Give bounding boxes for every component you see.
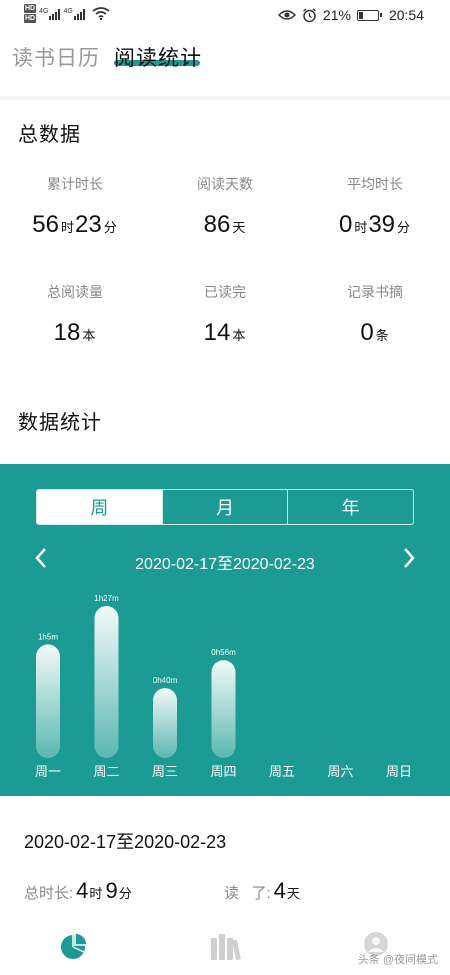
battery-percent: 21% (322, 7, 351, 23)
stat-label: 累计时长 (47, 176, 103, 192)
stat-label: 记录书摘 (347, 284, 403, 300)
stat-unit: 条 (375, 328, 389, 343)
summary-read-count: 4 (273, 878, 286, 903)
hd-badge: HD (24, 14, 37, 23)
date-range-label: 2020-02-17至2020-02-23 (135, 556, 315, 573)
status-bar-left: HD HD 4G 4G (24, 4, 110, 23)
x-tick-label: 周日 (386, 764, 412, 779)
x-tick-label: 周二 (93, 764, 119, 779)
stat-value: 0 时39 分 (300, 211, 450, 239)
hd-badges: HD HD (24, 4, 37, 23)
summary-read-label: 读 了: (224, 885, 271, 902)
watermark: 头条 @夜间模式 (357, 954, 438, 966)
bar-value-label: 1h5m (38, 632, 58, 641)
stat-unit: 时 (60, 220, 74, 235)
totals-card: 总数据 累计时长 56 时23 分阅读天数 86 天平均时长 0 时39 分总阅读量 18 本已读完… (0, 100, 450, 386)
stat-number: 39 (368, 211, 396, 238)
stat-value: 56 时23 分 (0, 211, 150, 239)
period-tab-year[interactable]: 年 (287, 490, 413, 524)
pie-chart-icon[interactable] (58, 930, 90, 962)
eye-icon (277, 10, 296, 20)
wifi-icon (92, 7, 110, 20)
x-tick-label: 周三 (152, 764, 178, 779)
stat-unit: 本 (82, 328, 96, 343)
totals-title: 总数据 (18, 124, 81, 146)
tab-reading-calendar[interactable]: 读书日历 (12, 42, 100, 72)
signal-icon: 4G (39, 8, 61, 20)
x-tick-label: 周一 (35, 764, 61, 779)
chart-bar (153, 688, 177, 758)
top-tabs: 读书日历 阅读统计 (0, 32, 450, 96)
stat-item: 平均时长 0 时39 分 (300, 174, 450, 239)
stat-item: 累计时长 56 时23 分 (0, 174, 150, 239)
stat-value: 18 本 (0, 319, 150, 347)
stat-value: 14 本 (150, 319, 300, 347)
summary-total-label: 总时长: (24, 885, 74, 902)
period-tab-week[interactable]: 周 (37, 490, 162, 524)
signal-icon: 4G (63, 8, 85, 20)
chart-bar (211, 660, 236, 758)
summary-minutes-unit: 分 (118, 886, 132, 901)
summary-total-hours: 4 (76, 878, 89, 903)
signal-bars (73, 8, 85, 20)
stat-item: 记录书摘 0 条 (300, 282, 450, 347)
data-stats-header: 数据统计 (0, 386, 450, 464)
books-icon[interactable] (208, 930, 242, 962)
period-tab-month[interactable]: 月 (161, 490, 288, 524)
data-stats-title: 数据统计 (18, 412, 102, 434)
stat-number: 14 (203, 319, 231, 346)
stat-label: 已读完 (204, 284, 246, 300)
summary-read-days: 读 了: 4天 (224, 878, 300, 904)
hd-badge: HD (24, 4, 37, 13)
tab-reading-statistics[interactable]: 阅读统计 (114, 42, 202, 72)
stat-number: 56 (32, 211, 59, 238)
stat-item: 总阅读量 18 本 (0, 282, 150, 347)
stat-item: 已读完 14 本 (150, 282, 300, 347)
stat-unit: 本 (232, 328, 246, 343)
signal-bars (49, 8, 61, 20)
period-selector: 周 月 年 (36, 489, 414, 525)
stat-unit: 分 (103, 220, 117, 235)
status-bar: HD HD 4G 4G 21% 20:54 (0, 0, 450, 32)
summary-hours-unit: 时 (89, 886, 103, 901)
x-tick-label: 周四 (210, 764, 236, 779)
stat-unit: 时 (354, 220, 368, 235)
summary-date-range: 2020-02-17至2020-02-23 (24, 832, 227, 852)
stat-unit: 天 (232, 220, 246, 235)
stat-value: 0条 (300, 319, 450, 347)
chart-bar (94, 606, 119, 758)
stat-number: 86 (203, 211, 231, 238)
x-tick-label: 周六 (327, 764, 353, 779)
alarm-icon (302, 7, 316, 22)
battery-icon (356, 9, 382, 21)
stat-number: 0 (338, 211, 353, 238)
stat-number: 23 (75, 211, 102, 238)
weekly-summary: 2020-02-17至2020-02-23 总时长: 4时 9分 读 了: 4天 (0, 796, 450, 926)
clock-time: 20:54 (388, 7, 424, 23)
chart-bar (36, 644, 60, 758)
status-bar-right: 21% 20:54 (277, 7, 424, 23)
bar-value-label: 1h27m (94, 594, 119, 603)
stat-value: 86 天 (150, 211, 300, 239)
chart-panel: 周 月 年 2020-02-17至2020-02-23 1h5m 周一 1h27m 周… (0, 464, 450, 796)
summary-total-time: 总时长: 4时 9分 (24, 878, 132, 904)
bar-value-label: 0h56m (211, 648, 236, 657)
stat-label: 平均时长 (347, 176, 403, 192)
network-type-label: 4G (63, 8, 73, 15)
stat-label: 总阅读量 (47, 284, 103, 300)
network-type-label: 4G (39, 8, 49, 15)
stat-number: 18 (53, 319, 81, 346)
stat-unit: 分 (397, 220, 411, 235)
stat-item: 阅读天数 86 天 (150, 174, 300, 239)
bottom-nav: 头条 @夜间模式 (0, 926, 450, 975)
bar-value-label: 0h40m (153, 676, 178, 685)
stat-label: 阅读天数 (197, 176, 253, 192)
stat-number: 0 (360, 319, 374, 346)
summary-read-unit: 天 (286, 886, 300, 901)
weekly-reading-chart: 1h5m 周一 1h27m 周二 0h40m 周三 0h56m 周四 周五 周六 周日 (35, 594, 412, 779)
summary-total-minutes: 9 (105, 878, 118, 903)
chevron-right-icon[interactable] (396, 546, 420, 570)
x-tick-label: 周五 (269, 764, 295, 779)
